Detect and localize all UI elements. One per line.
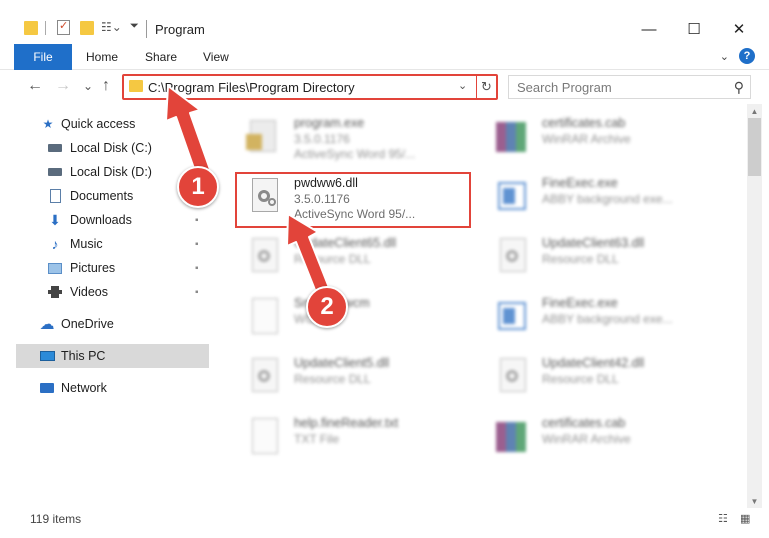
arrow-1 — [165, 85, 213, 181]
arrow-2 — [286, 213, 331, 296]
step-2-badge: 2 — [306, 286, 348, 328]
step-1-badge: 1 — [177, 166, 219, 208]
annotation-arrows — [165, 85, 331, 296]
